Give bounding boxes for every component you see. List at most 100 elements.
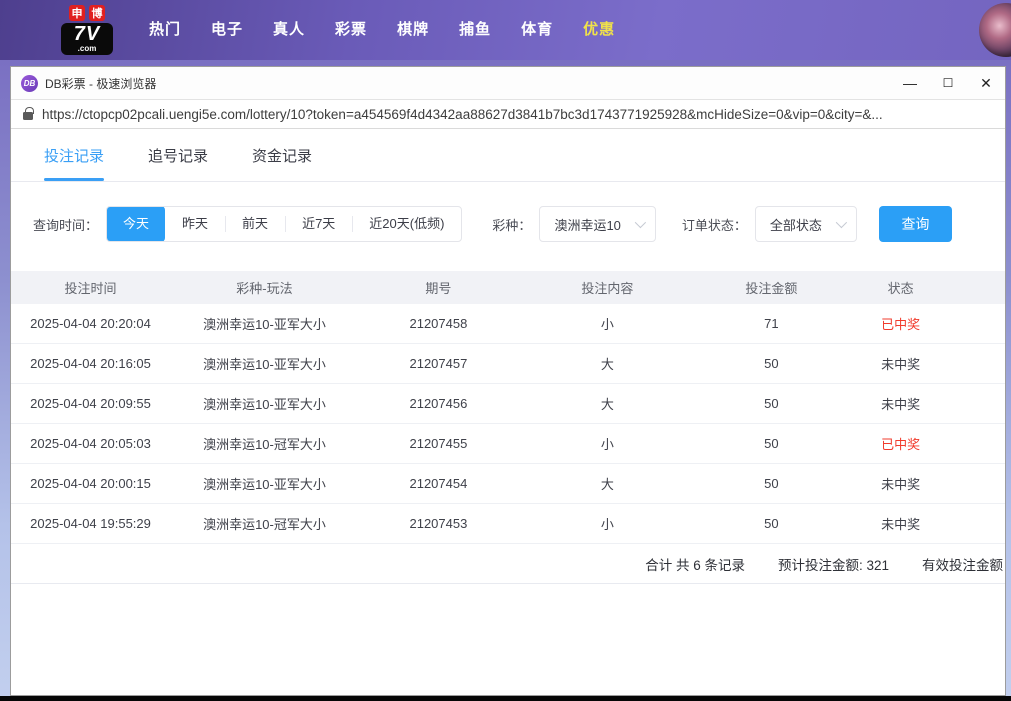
logo-text: 7V: [74, 24, 100, 44]
table-cell: 未中奖: [846, 474, 955, 493]
time-filter-label: 查询时间：: [33, 215, 98, 234]
table-cell: 2025-04-04 19:55:29: [11, 516, 170, 531]
browser-app-icon: DB: [21, 75, 38, 92]
column-header: 投注金额: [697, 278, 846, 297]
time-option-近7天[interactable]: 近7天: [285, 207, 352, 241]
table-cell: 大: [518, 474, 697, 493]
time-option-昨天[interactable]: 昨天: [165, 207, 225, 241]
site-logo[interactable]: 申 博 7V .com: [60, 5, 114, 55]
window-title: DB彩票 - 极速浏览器: [45, 75, 156, 92]
nav-item-彩票[interactable]: 彩票: [320, 0, 382, 60]
table-summary: 合计 共 6 条记录 预计投注金额: 321 有效投注金额: [11, 544, 1005, 584]
table-row: 2025-04-04 19:55:29澳洲幸运10-冠军大小21207453小5…: [11, 504, 1005, 544]
table-row: 2025-04-04 20:05:03澳洲幸运10-冠军大小21207455小5…: [11, 424, 1005, 464]
user-avatar[interactable]: [979, 3, 1011, 57]
lottery-select[interactable]: 澳洲幸运10: [539, 206, 655, 242]
table-row: 2025-04-04 20:00:15澳洲幸运10-亚军大小21207454大5…: [11, 464, 1005, 504]
table-cell: 澳洲幸运10-亚军大小: [170, 394, 359, 413]
table-header-row: 投注时间彩种-玩法期号投注内容投注金额状态: [11, 271, 1005, 304]
table-cell: 未中奖: [846, 354, 955, 373]
main-nav: 热门电子真人彩票棋牌捕鱼体育优惠: [134, 0, 630, 60]
time-range-group: 今天昨天前天近7天近20天(低频): [106, 206, 462, 242]
nav-item-真人[interactable]: 真人: [258, 0, 320, 60]
logo-badge-left: 申: [69, 5, 85, 21]
summary-expected-amount: 预计投注金额: 321: [778, 554, 889, 574]
table-cell: 21207458: [359, 316, 518, 331]
lottery-select-value: 澳洲幸运10: [554, 215, 620, 234]
table-cell: 21207456: [359, 396, 518, 411]
table-cell: 2025-04-04 20:09:55: [11, 396, 170, 411]
table-cell: 21207457: [359, 356, 518, 371]
maximize-button[interactable]: ☐: [929, 67, 967, 99]
browser-window: DB DB彩票 - 极速浏览器 — ☐ ✕ https://ctopcp02pc…: [10, 66, 1006, 696]
window-titlebar: DB DB彩票 - 极速浏览器 — ☐ ✕: [11, 67, 1005, 99]
table-cell: 50: [697, 476, 846, 491]
nav-item-棋牌[interactable]: 棋牌: [382, 0, 444, 60]
screen-bottom-bar: [0, 696, 1011, 701]
table-cell: 50: [697, 356, 846, 371]
table-cell: 小: [518, 514, 697, 533]
lottery-filter-label: 彩种：: [492, 215, 531, 234]
filter-bar: 查询时间： 今天昨天前天近7天近20天(低频) 彩种： 澳洲幸运10 订单状态：…: [33, 206, 1005, 242]
table-cell: 未中奖: [846, 514, 955, 533]
nav-item-捕鱼[interactable]: 捕鱼: [444, 0, 506, 60]
chevron-down-icon: [836, 217, 847, 228]
table-cell: 大: [518, 354, 697, 373]
chevron-down-icon: [635, 217, 646, 228]
table-row: 2025-04-04 20:09:55澳洲幸运10-亚军大小21207456大5…: [11, 384, 1005, 424]
time-option-前天[interactable]: 前天: [225, 207, 285, 241]
bet-records-table: 投注时间彩种-玩法期号投注内容投注金额状态 2025-04-04 20:20:0…: [11, 271, 1005, 584]
close-button[interactable]: ✕: [967, 67, 1005, 99]
order-status-select[interactable]: 全部状态: [755, 206, 857, 242]
table-cell: 澳洲幸运10-亚军大小: [170, 474, 359, 493]
logo-domain: .com: [78, 45, 97, 53]
nav-item-电子[interactable]: 电子: [196, 0, 258, 60]
column-header: 期号: [359, 278, 518, 297]
logo-badges: 申 博: [69, 5, 105, 21]
table-cell: 小: [518, 434, 697, 453]
logo-badge-right: 博: [89, 5, 105, 21]
table-cell: 2025-04-04 20:05:03: [11, 436, 170, 451]
url-bar[interactable]: https://ctopcp02pcali.uengi5e.com/lotter…: [11, 99, 1005, 129]
summary-total: 合计 共 6 条记录: [645, 554, 745, 574]
summary-valid-amount: 有效投注金额: [922, 554, 1003, 574]
order-status-value: 全部状态: [770, 215, 822, 234]
table-cell: 未中奖: [846, 394, 955, 413]
minimize-button[interactable]: —: [891, 67, 929, 99]
table-body: 2025-04-04 20:20:04澳洲幸运10-亚军大小21207458小7…: [11, 304, 1005, 544]
table-cell: 50: [697, 516, 846, 531]
table-cell: 50: [697, 436, 846, 451]
table-cell: 2025-04-04 20:16:05: [11, 356, 170, 371]
table-cell: 71: [697, 316, 846, 331]
url-text[interactable]: https://ctopcp02pcali.uengi5e.com/lotter…: [42, 107, 883, 122]
column-header: 彩种-玩法: [170, 278, 359, 297]
tab-资金记录[interactable]: 资金记录: [252, 129, 312, 181]
table-cell: 2025-04-04 20:20:04: [11, 316, 170, 331]
table-cell: 澳洲幸运10-冠军大小: [170, 434, 359, 453]
table-cell: 澳洲幸运10-亚军大小: [170, 314, 359, 333]
tab-投注记录[interactable]: 投注记录: [44, 129, 104, 181]
nav-item-体育[interactable]: 体育: [506, 0, 568, 60]
table-cell: 已中奖: [846, 434, 955, 453]
table-cell: 大: [518, 394, 697, 413]
window-controls: — ☐ ✕: [891, 67, 1005, 99]
column-header: 状态: [846, 278, 955, 297]
table-cell: 2025-04-04 20:00:15: [11, 476, 170, 491]
nav-item-优惠[interactable]: 优惠: [568, 0, 630, 60]
table-row: 2025-04-04 20:16:05澳洲幸运10-亚军大小21207457大5…: [11, 344, 1005, 384]
table-row: 2025-04-04 20:20:04澳洲幸运10-亚军大小21207458小7…: [11, 304, 1005, 344]
page-content: 投注记录追号记录资金记录 查询时间： 今天昨天前天近7天近20天(低频) 彩种：…: [11, 129, 1005, 695]
table-cell: 21207455: [359, 436, 518, 451]
table-cell: 50: [697, 396, 846, 411]
column-header: 投注时间: [11, 278, 170, 297]
lock-icon: [23, 112, 33, 120]
tab-追号记录[interactable]: 追号记录: [148, 129, 208, 181]
nav-item-热门[interactable]: 热门: [134, 0, 196, 60]
column-header: 投注内容: [518, 278, 697, 297]
status-filter-label: 订单状态：: [682, 215, 747, 234]
time-option-近20天(低频)[interactable]: 近20天(低频): [352, 207, 461, 241]
logo-main: 7V .com: [61, 23, 113, 55]
time-option-今天[interactable]: 今天: [107, 206, 165, 242]
search-button[interactable]: 查询: [879, 206, 952, 242]
table-cell: 澳洲幸运10-冠军大小: [170, 514, 359, 533]
